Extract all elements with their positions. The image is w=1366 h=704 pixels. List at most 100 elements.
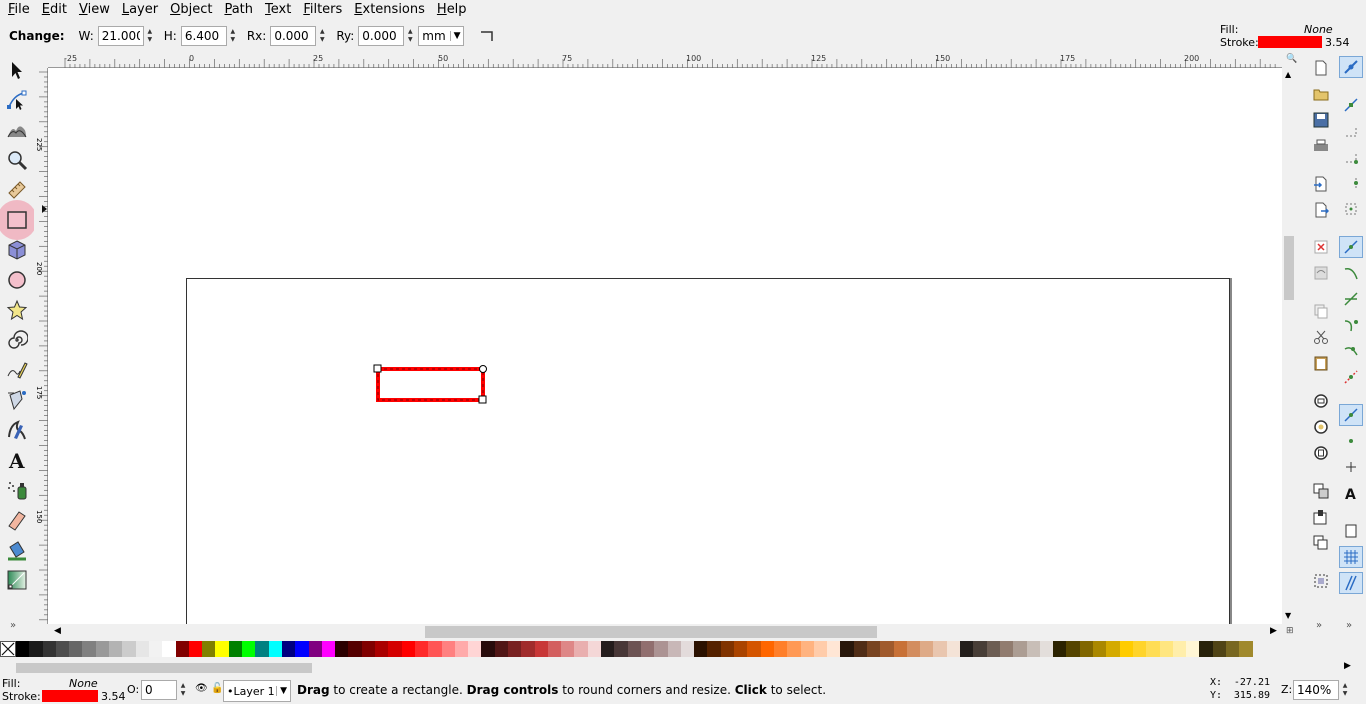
node-tool[interactable] [3, 86, 31, 114]
palette-swatch[interactable] [813, 641, 828, 657]
palette-swatch[interactable] [973, 641, 987, 657]
palette-swatch[interactable] [999, 641, 1014, 657]
palette-swatch[interactable] [960, 641, 974, 657]
horizontal-scroll-thumb[interactable] [425, 626, 877, 638]
horizontal-scrollbar[interactable]: ◀ ▶ [48, 624, 1282, 640]
palette-swatch[interactable] [1053, 641, 1067, 657]
zoom-spinbox[interactable]: ▲▼ [1293, 680, 1351, 700]
menu-view[interactable]: View [73, 0, 116, 20]
clone-button[interactable] [1311, 507, 1331, 527]
lock-guides-icon[interactable]: ⊞ [1286, 626, 1294, 636]
no-paint-swatch[interactable] [0, 641, 16, 657]
palette-swatch[interactable] [454, 641, 469, 657]
snap-toggle-button[interactable] [1339, 56, 1363, 78]
tweak-tool[interactable] [3, 116, 31, 144]
zoom-corner-icon[interactable]: 🔍 [1286, 54, 1297, 64]
palette-swatch[interactable] [228, 641, 243, 657]
palette-swatch[interactable] [401, 641, 415, 657]
palette-swatch[interactable] [1239, 641, 1253, 657]
selector-tool[interactable] [3, 56, 31, 84]
rx-spinbox[interactable]: ▲▼ [270, 26, 328, 46]
new-document-button[interactable] [1311, 58, 1331, 78]
menu-edit[interactable]: Edit [36, 0, 73, 20]
opacity-input[interactable] [141, 680, 177, 700]
layer-select[interactable]: •Layer 1 ▼ [223, 680, 291, 702]
snap-bbox-button[interactable] [1339, 94, 1363, 116]
unlink-clone-button[interactable] [1311, 533, 1331, 553]
palette-swatch[interactable] [428, 641, 442, 657]
pen-tool[interactable] [3, 386, 31, 414]
palette-swatch[interactable] [827, 641, 841, 657]
palette-swatch[interactable] [1039, 641, 1054, 657]
zoom-spin-arrows[interactable]: ▲ ▼ [1339, 680, 1351, 700]
palette-swatch[interactable] [933, 641, 947, 657]
menu-object[interactable]: Object [164, 0, 218, 20]
palette-swatch[interactable] [521, 641, 535, 657]
opacity-spinbox[interactable]: ▲▼ [141, 680, 189, 700]
palette-swatch[interactable] [561, 641, 575, 657]
rx-input[interactable] [270, 26, 317, 46]
snap-overflow-icon[interactable]: » [1346, 620, 1352, 631]
palette-swatch[interactable] [880, 641, 894, 657]
menu-text[interactable]: Text [259, 0, 297, 20]
snap-text-baseline-button[interactable]: A [1339, 482, 1363, 504]
palette-swatch[interactable] [920, 641, 934, 657]
palette-swatch[interactable] [507, 641, 522, 657]
palette-swatch[interactable] [1172, 641, 1187, 657]
height-spinbox[interactable]: ▲▼ [180, 26, 239, 46]
menu-extensions[interactable]: Extensions [348, 0, 431, 20]
width-input[interactable] [97, 26, 144, 46]
snap-paths-button[interactable] [1339, 262, 1363, 284]
palette-swatch[interactable] [188, 641, 203, 657]
star-tool[interactable] [3, 296, 31, 324]
zoom-input[interactable] [1293, 680, 1339, 700]
scroll-left-icon[interactable]: ◀ [54, 626, 61, 636]
palette-swatch[interactable] [734, 641, 748, 657]
height-input[interactable] [180, 26, 227, 46]
height-spin-arrows[interactable]: ▲ ▼ [227, 26, 239, 46]
duplicate-button[interactable] [1311, 481, 1331, 501]
palette-swatch[interactable] [694, 641, 708, 657]
palette-swatch[interactable] [654, 641, 668, 657]
rect-tool[interactable] [0, 200, 37, 240]
redo-button[interactable] [1311, 263, 1331, 283]
palette-swatch[interactable] [640, 641, 655, 657]
palette-swatch[interactable] [1159, 641, 1173, 657]
palette-swatch[interactable] [906, 641, 921, 657]
palette-swatch[interactable] [295, 641, 309, 657]
print-button[interactable] [1311, 136, 1331, 156]
palette-swatch[interactable] [800, 641, 814, 657]
menu-filters[interactable]: Filters [297, 0, 348, 20]
corner-round-handle[interactable] [479, 365, 487, 373]
undo-button[interactable] [1311, 237, 1331, 257]
palette-swatch[interactable] [16, 641, 30, 657]
scroll-right-icon[interactable]: ▶ [1270, 626, 1277, 636]
palette-swatch[interactable] [308, 641, 322, 657]
menu-path[interactable]: Path [218, 0, 259, 20]
cut-button[interactable] [1311, 327, 1331, 347]
palette-swatch[interactable] [853, 641, 867, 657]
palette-swatch[interactable] [707, 641, 721, 657]
zoom-tool[interactable] [3, 146, 31, 174]
palette-swatch[interactable] [29, 641, 43, 657]
vertical-scroll-thumb[interactable] [1284, 236, 1294, 300]
snap-bbox-midpoints-button[interactable] [1339, 172, 1363, 194]
palette-swatch[interactable] [587, 641, 602, 657]
calligraphy-tool[interactable] [3, 416, 31, 444]
make-corners-sharp-button[interactable] [480, 30, 496, 42]
snap-intersections-button[interactable] [1339, 288, 1363, 310]
palette-swatch[interactable] [747, 641, 761, 657]
palette-swatch[interactable] [840, 641, 854, 657]
palette-swatch[interactable] [773, 641, 788, 657]
palette-swatch[interactable] [242, 641, 256, 657]
palette-swatch[interactable] [787, 641, 801, 657]
zoom-selection-button[interactable] [1311, 391, 1331, 411]
palette-swatch[interactable] [614, 641, 628, 657]
snap-grid-button[interactable] [1339, 546, 1363, 568]
palette-swatch[interactable] [122, 641, 136, 657]
snap-cusp-nodes-button[interactable] [1339, 314, 1363, 336]
palette-swatch[interactable] [1226, 641, 1240, 657]
zoom-page-button[interactable] [1311, 443, 1331, 463]
palette-swatch[interactable] [1199, 641, 1213, 657]
palette-swatch[interactable] [986, 641, 1000, 657]
